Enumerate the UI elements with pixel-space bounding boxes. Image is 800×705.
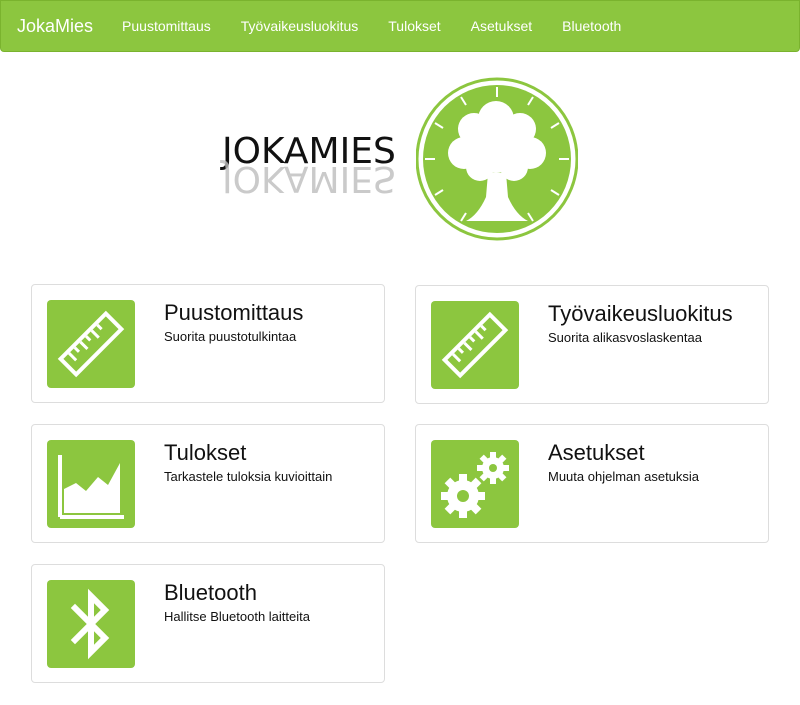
card-description: Muuta ohjelman asetuksia [548,469,700,484]
nav-link-bluetooth[interactable]: Bluetooth [547,18,636,34]
card-title: Bluetooth [164,580,257,605]
card-description: Hallitse Bluetooth laitteita [164,609,310,624]
card-tyovaikeusluokitus[interactable]: Työvaikeusluokitus Suorita alikasvoslask… [415,285,769,404]
card-description: Suorita puustotulkintaa [164,329,297,344]
bluetooth-icon [70,588,110,660]
tree-clock-logo-icon [416,77,578,241]
card-asetukset[interactable]: Asetukset Muuta ohjelman asetuksia [415,424,769,543]
card-title: Tulokset [164,440,247,465]
nav-link-asetukset[interactable]: Asetukset [456,18,547,34]
ruler-icon [57,310,125,378]
card-description: Suorita alikasvoslaskentaa [548,330,702,345]
card-icon-tile [47,440,135,528]
nav-link-tulokset[interactable]: Tulokset [373,18,455,34]
card-icon-tile [47,300,135,388]
navbar: JokaMies Puustomittaus Työvaikeusluokitu… [0,0,800,52]
card-title: Työvaikeusluokitus [548,301,733,326]
card-description: Tarkastele tuloksia kuvioittain [164,469,333,484]
area-chart-icon [58,455,124,519]
card-title: Puustomittaus [164,300,304,325]
card-icon-tile [431,440,519,528]
gears-icon [441,452,509,518]
brand-link[interactable]: JokaMies [17,16,93,37]
card-puustomittaus[interactable]: Puustomittaus Suorita puustotulkintaa [31,284,385,403]
nav-link-tyovaikeusluokitus[interactable]: Työvaikeusluokitus [226,18,374,34]
ruler-icon [441,311,509,379]
logo-text-reflection: JOKAMIES [222,158,396,199]
card-title: Asetukset [548,440,645,465]
card-icon-tile [431,301,519,389]
card-tulokset[interactable]: Tulokset Tarkastele tuloksia kuvioittain [31,424,385,543]
card-icon-tile [47,580,135,668]
app-logo: JOKAMIES JOKAMIES [218,74,584,244]
nav-link-puustomittaus[interactable]: Puustomittaus [107,18,226,34]
card-bluetooth[interactable]: Bluetooth Hallitse Bluetooth laitteita [31,564,385,683]
